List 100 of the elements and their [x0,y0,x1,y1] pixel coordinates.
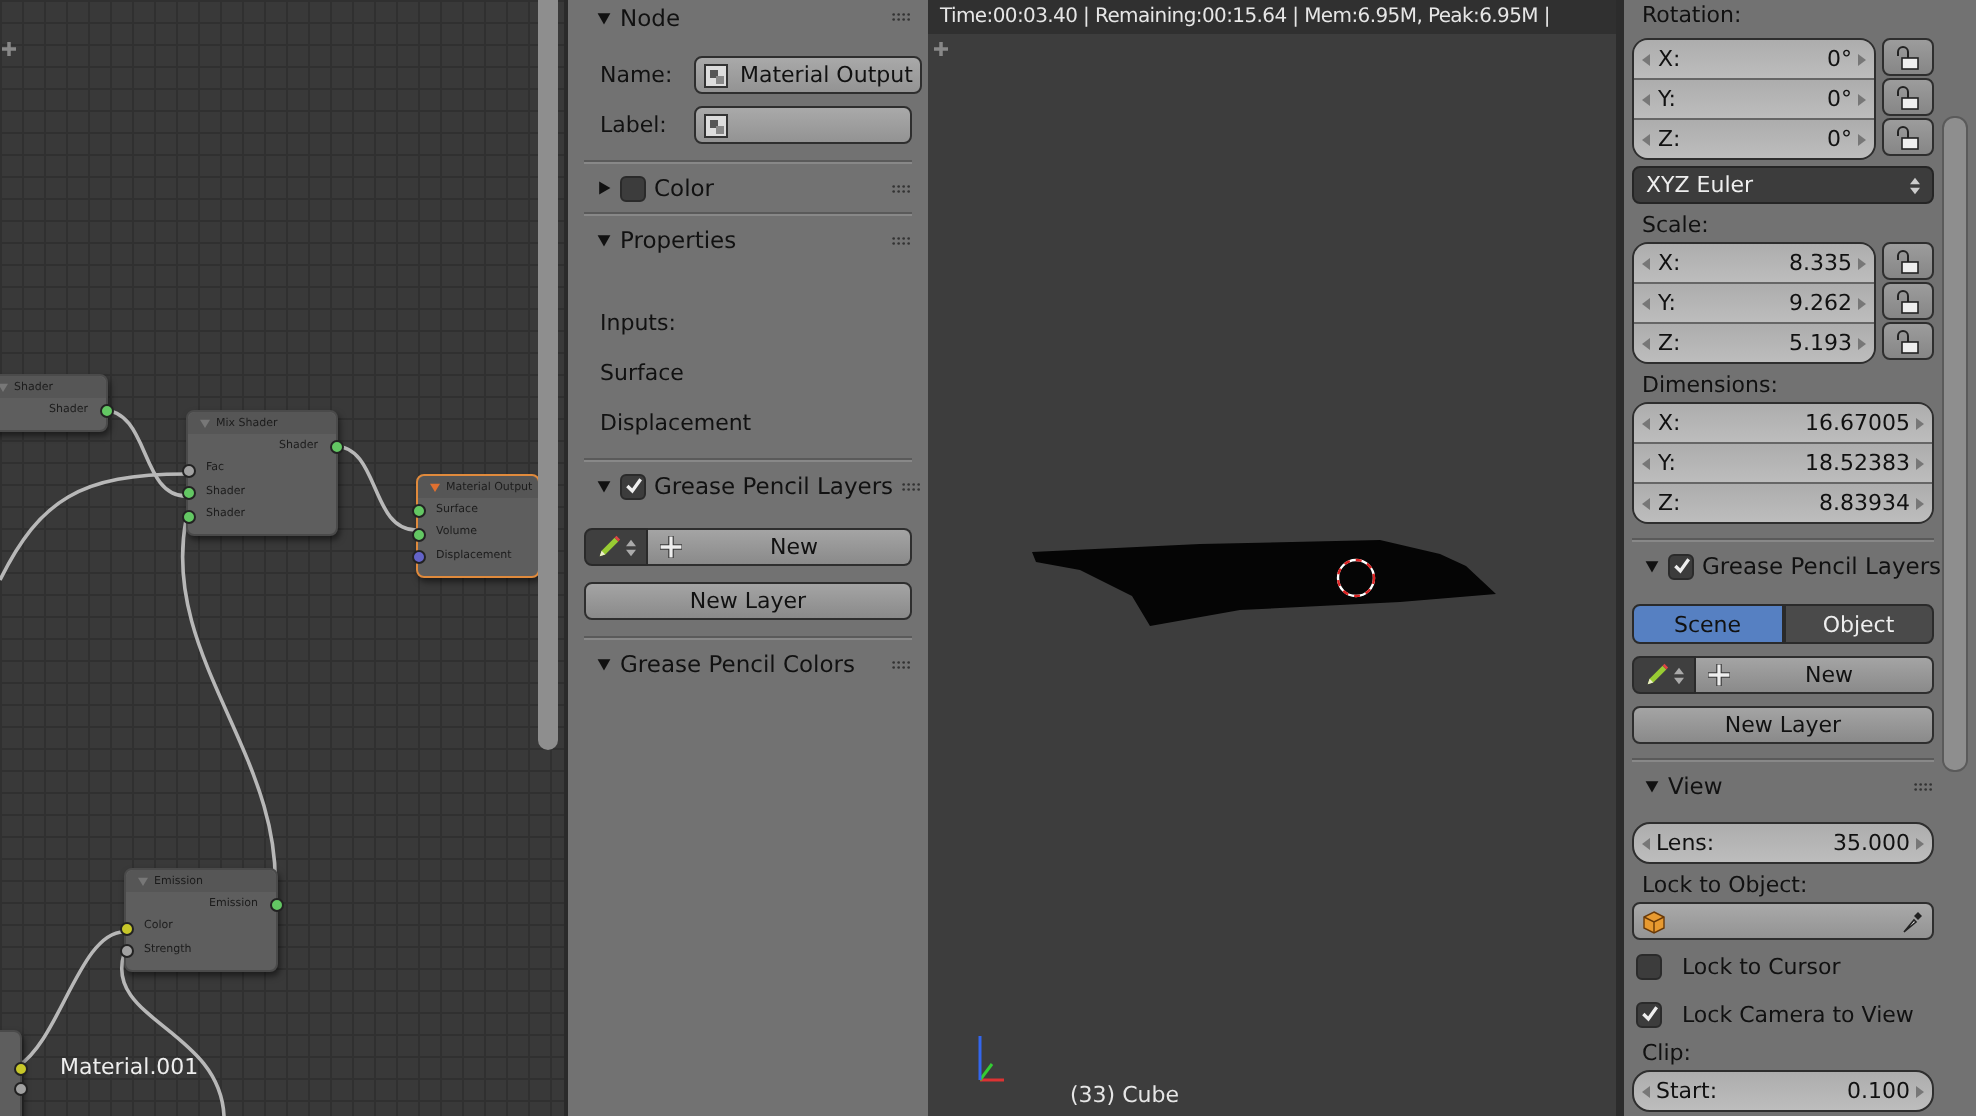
increment-arrow-icon[interactable] [1858,133,1866,145]
scrollbar[interactable] [538,0,558,750]
expanded-triangle-icon[interactable] [596,656,612,672]
object-field[interactable] [1632,902,1934,940]
checkbox[interactable] [620,175,646,201]
decrement-arrow-icon[interactable] [1642,1085,1650,1097]
pencil-selector[interactable] [1632,656,1696,694]
grip-icon[interactable] [892,12,912,22]
decrement-arrow-icon[interactable] [1642,837,1650,849]
new-layer-button[interactable]: New Layer [1632,706,1934,744]
node-socket[interactable] [411,527,425,541]
increment-arrow-icon[interactable] [1858,257,1866,269]
lens-field[interactable]: Lens: 35.000 [1632,822,1934,864]
pencil-icon [596,534,622,560]
decrement-arrow-icon[interactable] [1642,93,1650,105]
expanded-triangle-icon[interactable] [596,9,612,25]
rotation-mode-dropdown[interactable]: XYZ Euler [1632,166,1934,204]
increment-arrow-icon[interactable] [1858,53,1866,65]
increment-arrow-icon[interactable] [1916,457,1924,469]
increment-arrow-icon[interactable] [1916,417,1924,429]
field-label: Label: [598,112,669,138]
panel-title[interactable]: Grease Pencil Layers [1702,552,1942,580]
decrement-arrow-icon[interactable] [1642,133,1650,145]
new-button[interactable]: New [1696,656,1934,694]
increment-arrow-icon[interactable] [1858,297,1866,309]
checkbox[interactable] [620,473,646,499]
grip-icon[interactable] [901,481,922,491]
panel-title[interactable]: Color [654,174,884,202]
node-socket[interactable] [99,404,113,418]
3d-cursor-icon[interactable] [1336,558,1376,598]
decrement-arrow-icon[interactable] [1642,53,1650,65]
pencil-selector[interactable] [584,528,648,566]
number-field[interactable]: Z: 0° [1634,118,1874,158]
lock-toggle[interactable] [1882,322,1934,360]
collapsed-triangle-icon[interactable] [596,180,612,196]
checkbox[interactable] [1636,953,1662,979]
plus-icon[interactable] [934,42,948,56]
expanded-triangle-icon[interactable] [1644,778,1660,794]
grip-icon[interactable] [892,183,912,193]
panel-title[interactable]: Grease Pencil Colors [620,650,884,678]
increment-arrow-icon[interactable] [1858,337,1866,349]
checkbox-label[interactable]: Lock Camera to View [1682,1001,1914,1027]
checkbox-label[interactable]: Lock to Cursor [1682,953,1841,979]
eyedropper-icon[interactable] [1900,909,1924,933]
node-socket[interactable] [181,486,195,500]
clip-start-field[interactable]: Start: 0.100 [1632,1070,1934,1112]
grip-icon[interactable] [1914,781,1934,791]
increment-arrow-icon[interactable] [1916,1085,1924,1097]
node-socket[interactable] [329,440,343,454]
grip-icon[interactable] [892,659,912,669]
tab[interactable]: Scene [1632,604,1783,644]
number-field[interactable]: X: 0° [1634,40,1874,78]
node-socket[interactable] [411,504,425,518]
number-field[interactable]: X: 16.67005 [1634,404,1932,442]
decrement-arrow-icon[interactable] [1642,257,1650,269]
label-field[interactable] [694,106,912,144]
expanded-triangle-icon[interactable] [1644,558,1660,574]
decrement-arrow-icon[interactable] [1642,337,1650,349]
new-layer-button[interactable]: New Layer [584,582,912,620]
property-text: Surface [598,358,686,390]
grip-icon[interactable] [892,235,912,245]
number-field[interactable]: Y: 9.262 [1634,282,1874,322]
increment-arrow-icon[interactable] [1858,93,1866,105]
decrement-arrow-icon[interactable] [1642,457,1650,469]
scrollbar[interactable] [1942,116,1968,772]
panel-title[interactable]: View [1668,772,1906,800]
node-socket[interactable] [181,463,195,477]
number-field[interactable]: Y: 18.52383 [1634,442,1932,482]
number-field[interactable]: Z: 5.193 [1634,322,1874,362]
field-label: Name: [598,62,675,88]
increment-arrow-icon[interactable] [1916,837,1924,849]
lock-toggle[interactable] [1882,282,1934,320]
number-field[interactable]: X: 8.335 [1634,244,1874,282]
node-socket[interactable] [411,550,425,564]
new-button[interactable]: New [648,528,912,566]
expanded-triangle-icon[interactable] [596,478,612,494]
checkbox[interactable] [1668,553,1694,579]
decrement-arrow-icon[interactable] [1642,497,1650,509]
panel-title[interactable]: Node [620,3,884,31]
lock-toggle[interactable] [1882,242,1934,280]
lock-toggle[interactable] [1882,78,1934,116]
node-socket[interactable] [181,509,195,523]
lock-toggle[interactable] [1882,38,1934,76]
plus-icon[interactable] [2,42,16,56]
increment-arrow-icon[interactable] [1916,497,1924,509]
decrement-arrow-icon[interactable] [1642,417,1650,429]
number-field[interactable]: Z: 8.83934 [1634,482,1932,522]
name-field[interactable]: Material Output [694,56,923,94]
checkbox[interactable] [1636,1001,1662,1027]
node-socket[interactable] [119,944,133,958]
tab[interactable]: Object [1783,604,1934,644]
collapse-triangle-icon[interactable] [430,482,440,492]
node-socket[interactable] [269,898,283,912]
panel-title[interactable]: Properties [620,226,884,254]
expanded-triangle-icon[interactable] [596,232,612,248]
decrement-arrow-icon[interactable] [1642,297,1650,309]
node-socket[interactable] [119,921,133,935]
panel-title[interactable]: Grease Pencil Layers [654,472,894,500]
number-field[interactable]: Y: 0° [1634,78,1874,118]
lock-toggle[interactable] [1882,118,1934,156]
